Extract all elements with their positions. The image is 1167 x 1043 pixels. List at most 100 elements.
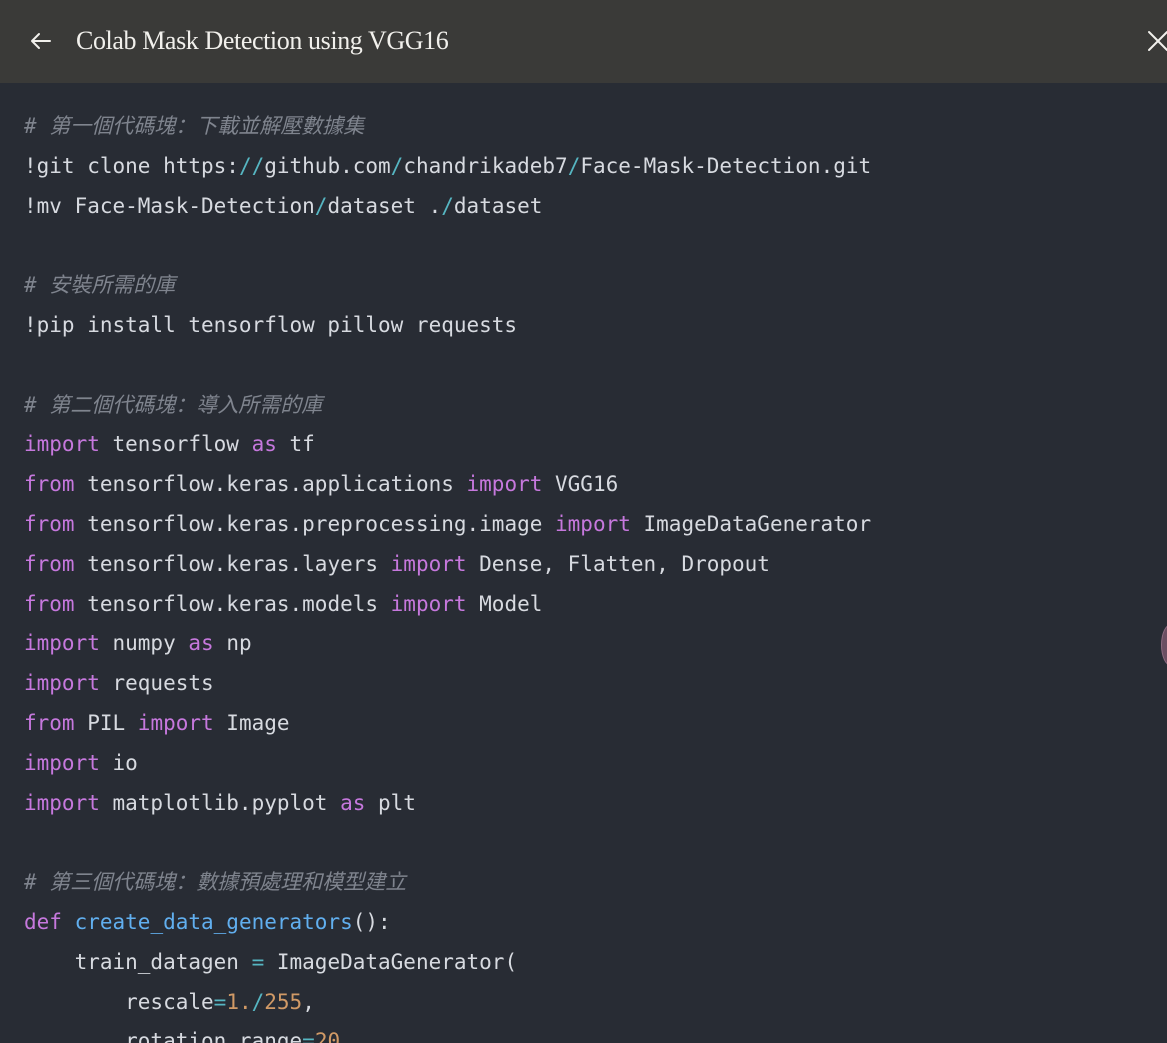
code-line: rescale=1./255, xyxy=(24,983,871,1023)
code-token: !mv Face-Mask-Detection xyxy=(24,193,315,218)
code-token: from xyxy=(24,551,75,576)
code-line: from tensorflow.keras.applications impor… xyxy=(24,465,871,505)
code-token: , xyxy=(302,989,315,1014)
code-token: from xyxy=(24,710,75,735)
code-token: / xyxy=(567,153,581,178)
code-token: tensorflow.keras.models xyxy=(74,591,391,616)
code-token: import xyxy=(24,432,100,457)
code-token: import xyxy=(24,750,100,775)
code-token: = xyxy=(213,989,227,1014)
code-token: 255 xyxy=(264,989,303,1014)
code-token: github.com xyxy=(264,153,391,178)
code-token: from xyxy=(24,472,75,497)
code-token: = xyxy=(251,949,265,974)
code-token: Image xyxy=(213,710,290,735)
code-token: / xyxy=(390,153,404,178)
code-token: io xyxy=(99,750,138,775)
code-token: # 第三個代碼塊：數據預處理和模型建立 xyxy=(24,870,407,895)
code-token: as xyxy=(251,432,277,457)
close-icon xyxy=(1148,31,1167,51)
code-line: # 第一個代碼塊：下載並解壓數據集 xyxy=(24,107,871,147)
code-token: / xyxy=(441,193,454,218)
code-token: !git clone https: xyxy=(24,153,239,178)
code-token: tensorflow.keras.applications xyxy=(74,472,467,497)
code-token: = xyxy=(302,1029,315,1043)
code-token: ImageDataGenerator( xyxy=(264,949,518,974)
code-line: from tensorflow.keras.models import Mode… xyxy=(24,585,871,625)
code-token: / xyxy=(251,989,265,1014)
code-line: train_datagen = ImageDataGenerator( xyxy=(24,943,871,983)
dialog-header: Colab Mask Detection using VGG16 xyxy=(0,0,1167,83)
code-line: import requests xyxy=(24,664,871,704)
code-line: !pip install tensorflow pillow requests xyxy=(24,306,871,346)
code-token: import xyxy=(466,472,543,497)
code-token: tensorflow xyxy=(99,432,252,457)
code-token: 20 xyxy=(314,1029,341,1043)
code-block[interactable]: # 第一個代碼塊：下載並解壓數據集 !git clone https://gith… xyxy=(0,83,1167,1043)
code-token: numpy xyxy=(99,631,189,656)
code-token: import xyxy=(390,551,467,576)
code-line: import tensorflow as tf xyxy=(24,425,871,465)
page-title: Colab Mask Detection using VGG16 xyxy=(76,26,449,55)
arrow-left-icon xyxy=(31,33,51,49)
code-token: tensorflow.keras.preprocessing.image xyxy=(74,511,556,536)
code-token: !pip install tensorflow pillow requests xyxy=(24,312,518,337)
code-line: import matplotlib.pyplot as plt xyxy=(24,784,871,824)
code-line: def create_data_generators(): xyxy=(24,903,871,943)
code-token: # 第二個代碼塊：導入所需的庫 xyxy=(24,392,323,417)
code-token: import xyxy=(555,511,631,536)
code-token: from xyxy=(24,591,75,616)
code-lines: # 第一個代碼塊：下載並解壓數據集 !git clone https://gith… xyxy=(24,107,871,1043)
code-token: as xyxy=(188,631,214,656)
code-token: dataset xyxy=(453,193,543,218)
code-line: # 第二個代碼塊：導入所需的庫 xyxy=(24,386,871,426)
code-token: , xyxy=(340,1029,353,1043)
close-button[interactable] xyxy=(1146,29,1167,53)
code-token: import xyxy=(24,631,100,656)
code-token: matplotlib.pyplot xyxy=(99,790,341,815)
code-line: from tensorflow.keras.preprocessing.imag… xyxy=(24,505,871,545)
code-token: dataset . xyxy=(327,193,442,218)
code-token: VGG16 xyxy=(542,472,619,497)
code-token: import xyxy=(24,790,100,815)
code-token: def xyxy=(24,909,62,934)
code-line: !mv Face-Mask-Detection/dataset ./datase… xyxy=(24,187,871,227)
code-token: train_datagen xyxy=(24,949,252,974)
code-token: create_data_generators xyxy=(74,909,353,934)
code-token: // xyxy=(238,153,265,178)
code-token: as xyxy=(340,790,366,815)
code-token: ImageDataGenerator xyxy=(630,511,872,536)
code-token: requests xyxy=(99,671,214,696)
code-token: import xyxy=(390,591,467,616)
code-token: import xyxy=(24,671,100,696)
code-token: # 安裝所需的庫 xyxy=(24,273,176,298)
back-button[interactable] xyxy=(28,28,54,54)
code-line: rotation_range=20, xyxy=(24,1022,871,1043)
code-token: rotation_range xyxy=(24,1029,303,1043)
code-token: tf xyxy=(276,432,315,457)
scroll-handle[interactable] xyxy=(1161,624,1167,666)
code-token: tensorflow.keras.layers xyxy=(74,551,391,576)
code-token: plt xyxy=(365,790,416,815)
code-token: rescale xyxy=(24,989,214,1014)
code-token: # 第一個代碼塊：下載並解壓數據集 xyxy=(24,114,365,138)
code-token: (): xyxy=(352,909,391,934)
code-token: 1. xyxy=(226,989,252,1014)
code-line: import numpy as np xyxy=(24,624,871,664)
code-token: np xyxy=(213,631,252,656)
code-token: import xyxy=(137,710,214,735)
code-token: / xyxy=(314,193,328,218)
code-line: # 第三個代碼塊：數據預處理和模型建立 xyxy=(24,863,871,903)
code-token: Model xyxy=(466,591,543,616)
code-token: chandrikadeb7 xyxy=(403,153,568,178)
code-token: Face-Mask-Detection.git xyxy=(580,153,872,178)
code-token: from xyxy=(24,511,75,536)
code-line: import io xyxy=(24,744,871,784)
code-line: # 安裝所需的庫 xyxy=(24,266,871,306)
code-line: from PIL import Image xyxy=(24,704,871,744)
code-line: from tensorflow.keras.layers import Dens… xyxy=(24,545,871,585)
